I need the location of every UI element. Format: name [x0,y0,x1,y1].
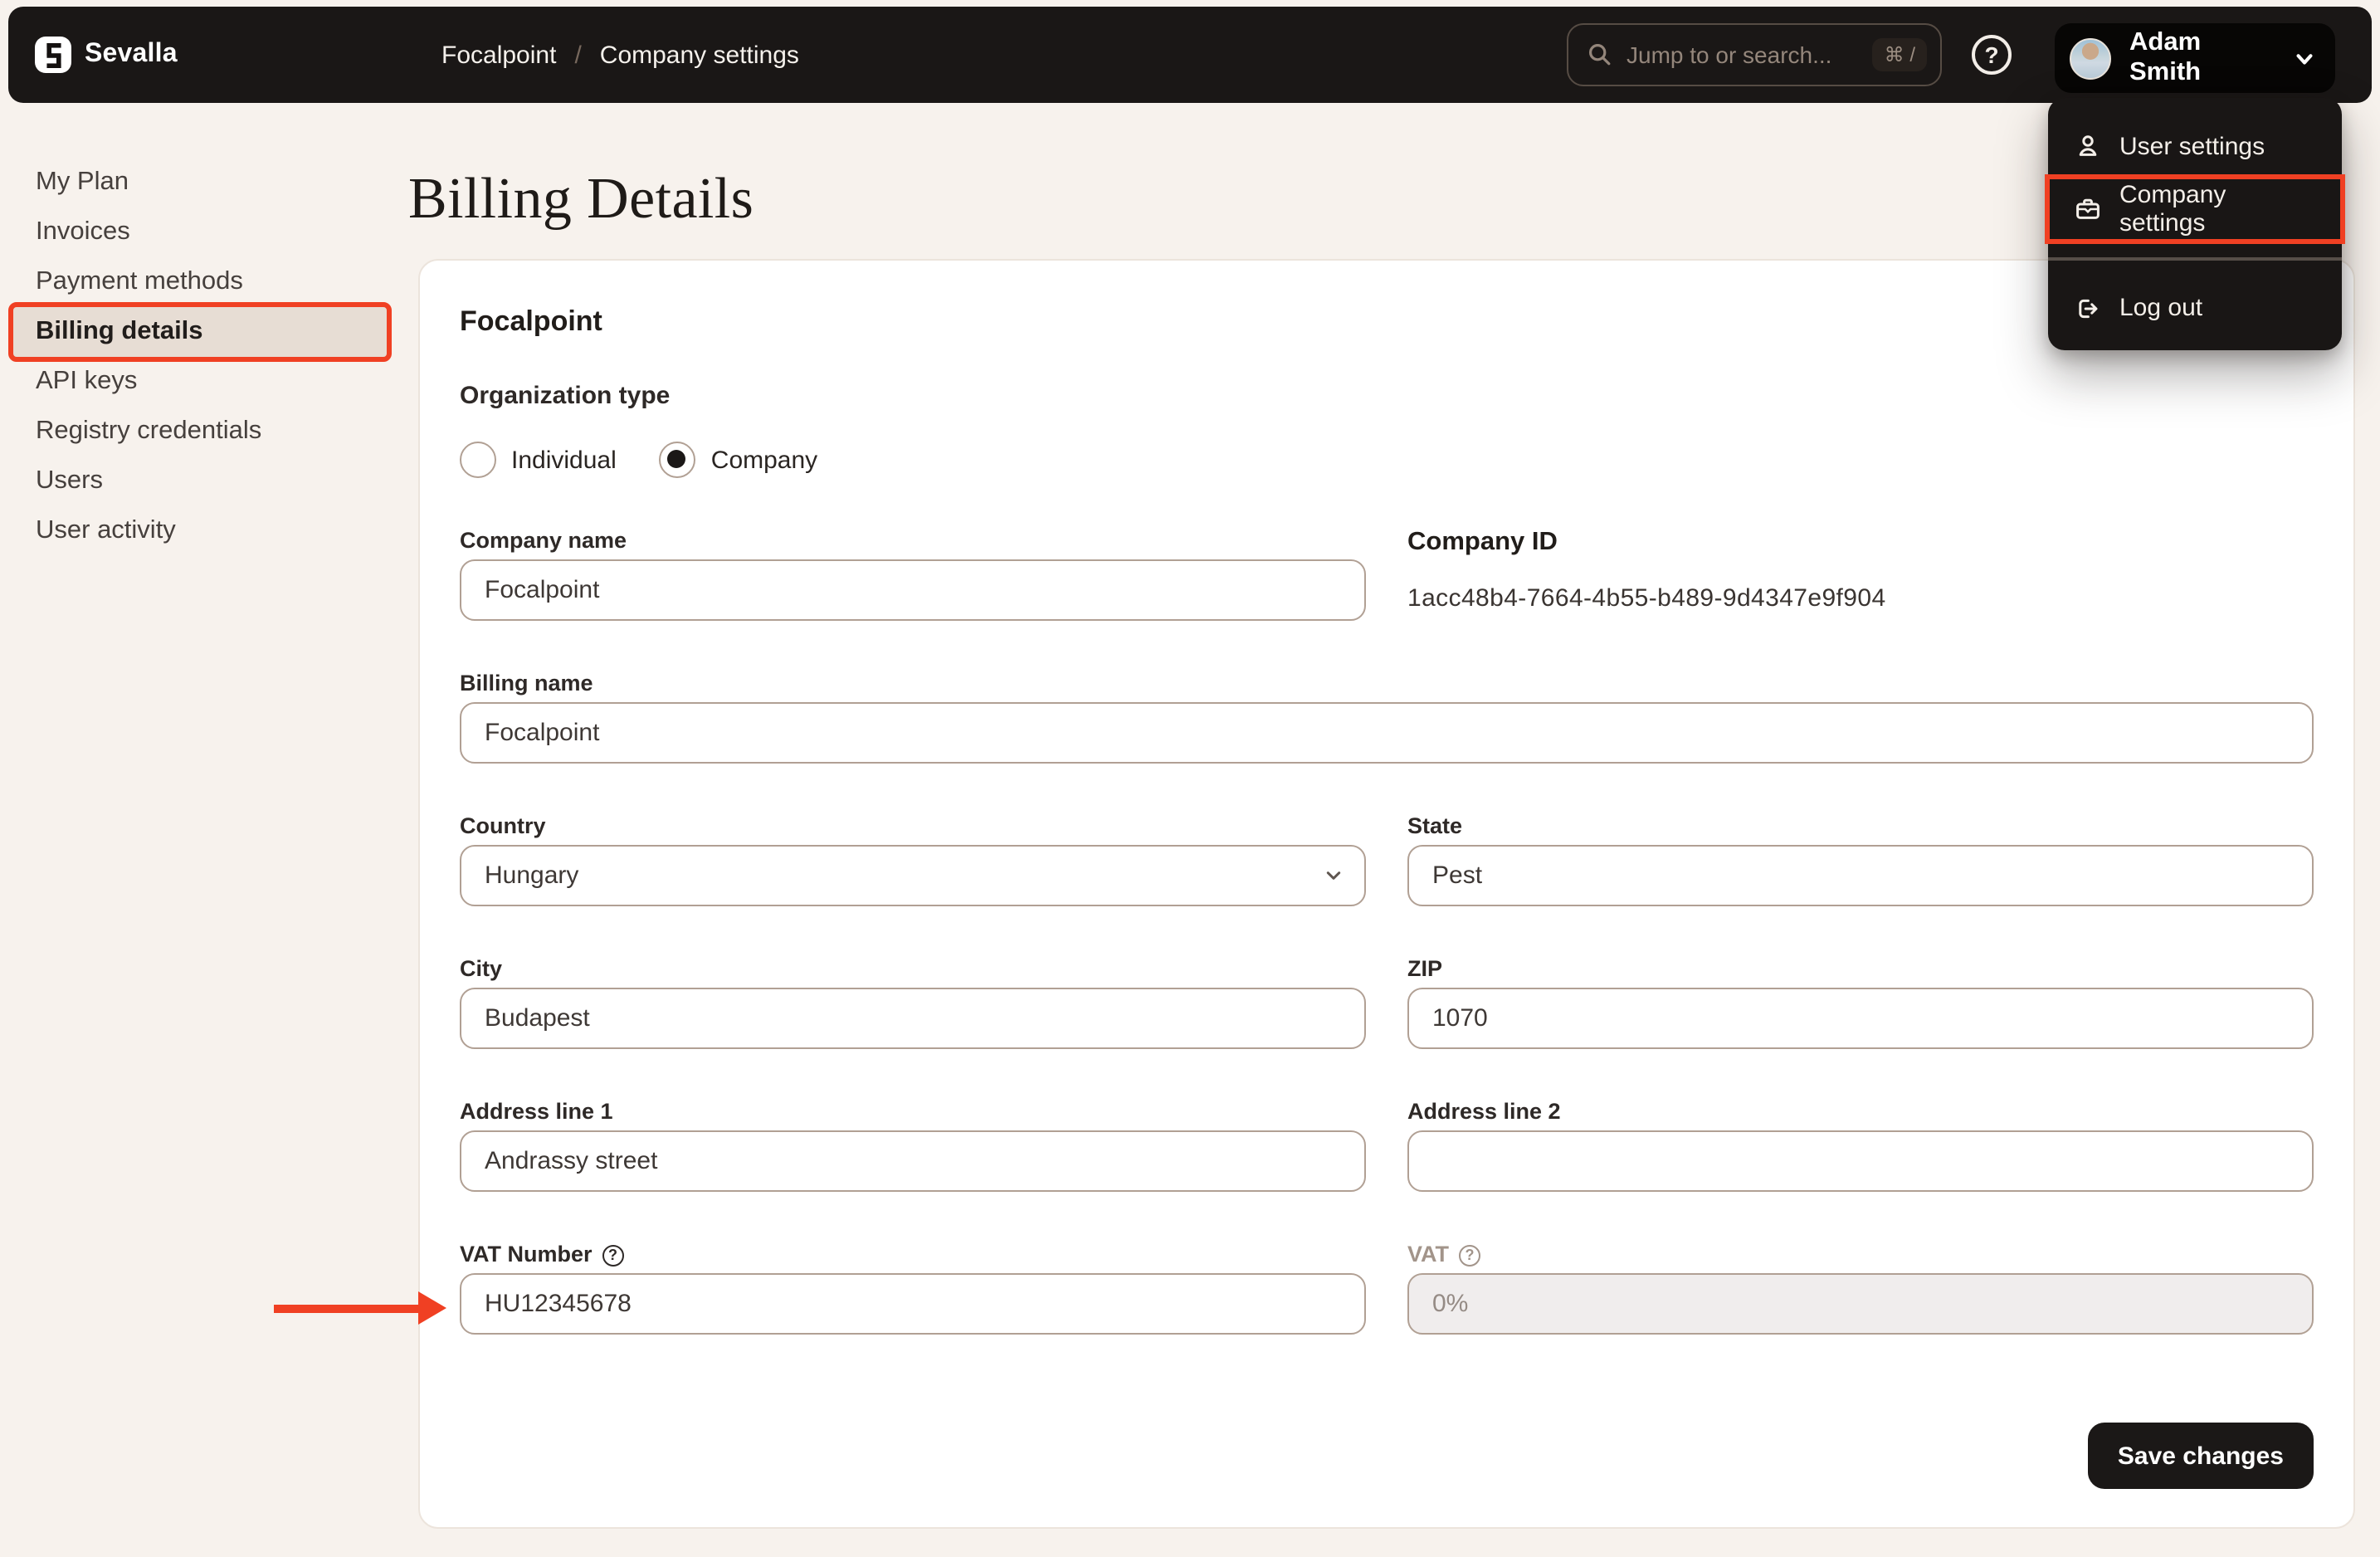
user-icon [2075,133,2101,159]
vat-number-group: VAT Number ? [460,1240,1366,1335]
vat-number-input[interactable] [460,1273,1366,1335]
search-shortcut-badge: ⌘ / [1872,38,1927,71]
annotation-arrow-shaft [274,1304,422,1312]
city-group: City [460,954,1366,1049]
vat-number-help-icon[interactable]: ? [602,1244,624,1266]
vat-number-label-text: VAT Number [460,1242,593,1267]
country-group: Country Hungary [460,812,1366,906]
billing-name-group: Billing name [460,669,2314,764]
save-changes-button[interactable]: Save changes [2087,1423,2314,1489]
avatar [2070,37,2111,79]
search-placeholder: Jump to or search... [1626,41,1832,68]
country-label: Country [460,813,546,838]
city-input[interactable] [460,988,1366,1049]
vat-label: VAT ? [1407,1240,2314,1270]
menu-item-label: Log out [2119,294,2203,322]
organization-type-group: Individual Company [460,437,2314,483]
vat-group: VAT ? [1407,1240,2314,1335]
form-row: City ZIP [460,954,2314,1049]
search-icon [1588,43,1611,66]
breadcrumb-separator: / [574,41,582,69]
menu-item-company-settings[interactable]: Company settings [2045,174,2345,244]
user-menu-button[interactable]: Adam Smith [2055,23,2335,93]
radio-individual[interactable] [460,442,496,478]
billing-name-label: Billing name [460,671,593,696]
sidebar-item-registry-credentials[interactable]: Registry credentials [13,407,387,456]
sidebar-item-billing-details[interactable]: Billing details [8,302,392,362]
menu-item-label: User settings [2119,132,2265,160]
help-button[interactable]: ? [1972,35,2012,75]
address1-group: Address line 1 [460,1097,1366,1192]
vat-input [1407,1273,2314,1335]
user-dropdown-menu: User settings Company settings Log out [2045,98,2345,349]
sidebar-item-invoices[interactable]: Invoices [13,207,387,257]
search-input[interactable]: Jump to or search... ⌘ / [1567,23,1942,86]
radio-individual-label[interactable]: Individual [511,446,617,474]
sidebar-item-users[interactable]: Users [13,456,387,506]
state-group: State [1407,812,2314,906]
radio-company[interactable] [659,442,696,478]
menu-item-user-settings[interactable]: User settings [2048,115,2342,178]
brand-name: Sevalla [85,40,178,68]
radio-company-label[interactable]: Company [711,446,817,474]
top-bar: Sevalla Focalpoint / Company settings Ju… [8,7,2372,103]
company-card-title: Focalpoint [460,305,602,337]
address1-input[interactable] [460,1130,1366,1192]
settings-sidebar: My Plan Invoices Payment methods Billing… [0,103,393,556]
logout-icon [2075,295,2101,321]
state-input[interactable] [1407,845,2314,906]
company-id-group: Company ID 1acc48b4-7664-4b55-b489-9d434… [1407,526,2314,621]
billing-details-card: Focalpoint Organization type Individual … [418,259,2355,1529]
annotation-arrow [274,1291,446,1325]
save-row: Save changes [460,1423,2314,1489]
form-row: Company name Company ID 1acc48b4-7664-4b… [460,526,2314,621]
breadcrumb-current[interactable]: Company settings [600,41,799,69]
sevalla-logo-icon[interactable] [35,37,71,73]
zip-label: ZIP [1407,956,1443,981]
help-question-icon: ? [1984,41,1999,68]
page-title: Billing Details [408,166,754,231]
form-row: Address line 1 Address line 2 [460,1097,2314,1192]
country-selected-value: Hungary [485,861,579,890]
country-select[interactable]: Hungary [460,845,1366,906]
breadcrumb-parent[interactable]: Focalpoint [441,41,556,69]
chevron-down-icon [2296,53,2313,64]
zip-input[interactable] [1407,988,2314,1049]
company-name-input[interactable] [460,559,1366,621]
company-name-group: Company name [460,526,1366,621]
state-label: State [1407,813,1463,838]
menu-item-log-out[interactable]: Log out [2048,276,2342,339]
annotation-arrow-head [418,1291,446,1325]
chevron-down-icon [1326,871,1341,880]
company-name-label: Company name [460,528,627,553]
sidebar-item-payment-methods[interactable]: Payment methods [13,257,387,307]
vat-help-icon[interactable]: ? [1459,1244,1480,1266]
app-window: Sevalla Focalpoint / Company settings Ju… [0,0,2380,1557]
vat-number-label: VAT Number ? [460,1240,1366,1270]
city-label: City [460,956,503,981]
zip-group: ZIP [1407,954,2314,1049]
form-row: Country Hungary State [460,812,2314,906]
organization-type-label: Organization type [460,382,671,410]
form-row: VAT Number ? VAT ? [460,1240,2314,1335]
address2-label: Address line 2 [1407,1099,1561,1124]
sidebar-item-my-plan[interactable]: My Plan [13,158,387,207]
company-id-value: 1acc48b4-7664-4b55-b489-9d4347e9f904 [1407,584,1886,613]
menu-divider [2048,257,2342,260]
address2-input[interactable] [1407,1130,2314,1192]
address1-label: Address line 1 [460,1099,613,1124]
sidebar-item-user-activity[interactable]: User activity [13,506,387,556]
billing-name-input[interactable] [460,702,2314,764]
vat-label-text: VAT [1407,1242,1449,1267]
breadcrumb: Focalpoint / Company settings [441,7,799,103]
sidebar-item-api-keys[interactable]: API keys [13,357,387,407]
briefcase-icon [2075,196,2101,222]
user-name: Adam Smith [2129,28,2202,86]
company-id-label: Company ID [1407,528,1558,556]
address2-group: Address line 2 [1407,1097,2314,1192]
sevalla-s-glyph [46,42,61,67]
form-row: Billing name [460,669,2314,764]
menu-item-label: Company settings [2119,181,2226,237]
